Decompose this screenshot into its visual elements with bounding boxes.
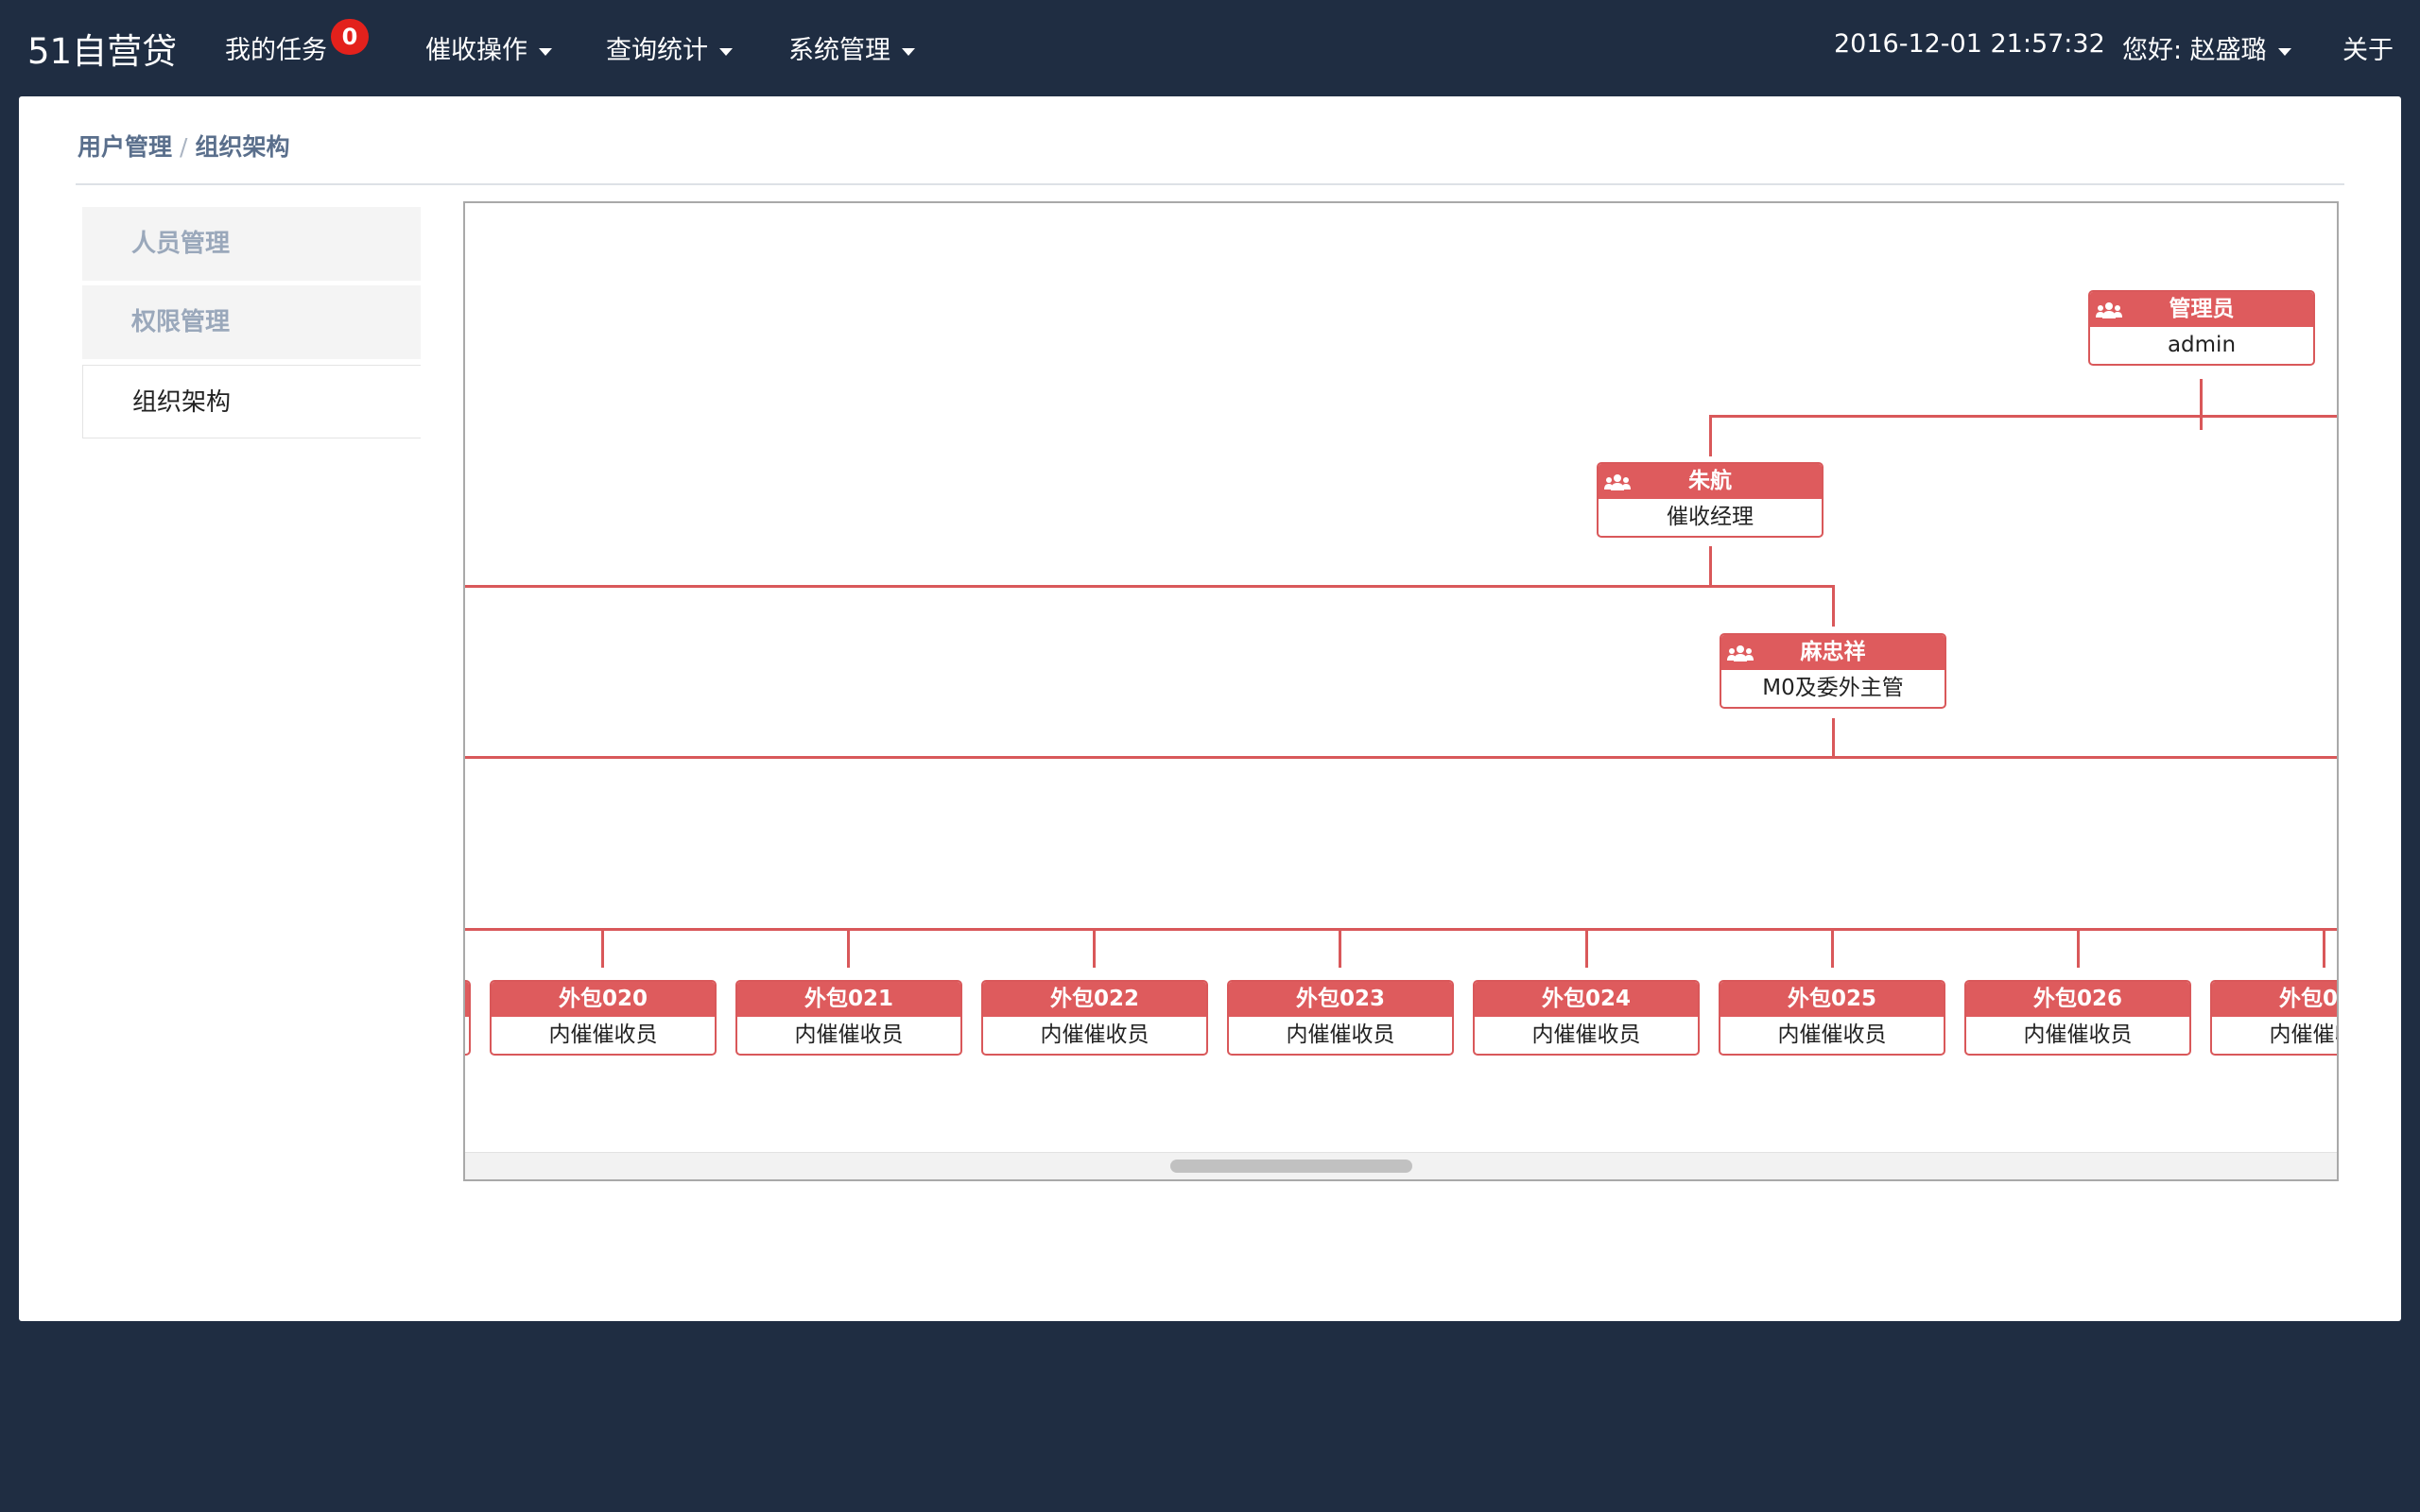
- connector-line: [601, 928, 604, 968]
- sidebar-item-permissions[interactable]: 权限管理: [82, 285, 421, 359]
- nav-system-mgmt[interactable]: 系统管理: [788, 29, 915, 66]
- scrollbar-thumb[interactable]: [1170, 1160, 1412, 1173]
- user-greeting: 您好: 赵盛璐: [2122, 36, 2267, 65]
- nav-my-tasks[interactable]: 我的任务: [225, 29, 327, 66]
- org-node-manager[interactable]: 朱航 催收经理: [1597, 462, 1824, 538]
- org-node-role: 内催催收员: [1286, 1022, 1395, 1047]
- group-icon: [2096, 302, 2122, 318]
- org-node-role: 内催催收员: [1777, 1022, 1887, 1047]
- connector-line: [465, 928, 2337, 931]
- org-node-member[interactable]: 外包023 内催催收员: [1227, 980, 1454, 1056]
- connector-line: [1832, 585, 1835, 627]
- group-icon: [1604, 474, 1631, 490]
- org-node-role: 内催催收员: [794, 1022, 904, 1047]
- org-chart-viewport[interactable]: 管理员 admin 朱航 催收经理 麻忠祥 M0及委外主管 外包020 内催催收…: [463, 201, 2339, 1181]
- nav-collection-ops[interactable]: 催收操作: [425, 29, 552, 66]
- breadcrumb-divider: [76, 183, 2344, 185]
- org-node-supervisor[interactable]: 麻忠祥 M0及委外主管: [1720, 633, 1946, 709]
- breadcrumb-current: 组织架构: [195, 133, 290, 161]
- about-link[interactable]: 关于: [2342, 29, 2394, 66]
- org-node-role: 内催催收员: [2023, 1022, 2133, 1047]
- org-node-member[interactable]: 外包020 内催催收员: [490, 980, 717, 1056]
- connector-line: [1339, 928, 1341, 968]
- org-node-role: M0及委外主管: [1762, 676, 1904, 700]
- connector-line: [1093, 928, 1096, 968]
- brand-logo[interactable]: 51自营贷: [27, 23, 177, 74]
- connector-line: [2077, 928, 2080, 968]
- org-node-member[interactable]: 外包025 内催催收员: [1719, 980, 1945, 1056]
- org-node-name: 管理员: [2169, 297, 2235, 321]
- connector-line: [1709, 415, 1712, 456]
- connector-line: [847, 928, 850, 968]
- org-node-name: 麻忠祥: [1800, 640, 1866, 664]
- org-node-member[interactable]: 外包026 内催催收员: [1964, 980, 2191, 1056]
- org-node-member[interactable]: 外包024 内催催收员: [1473, 980, 1700, 1056]
- org-node-name: 外包022: [983, 982, 1206, 1017]
- org-node-name: 外包024: [1475, 982, 1698, 1017]
- connector-line: [2200, 379, 2203, 430]
- sidebar-item-org-structure[interactable]: 组织架构: [82, 365, 421, 438]
- org-node-name: 朱航: [1688, 469, 1732, 493]
- group-icon: [1727, 645, 1754, 662]
- org-node-name: 外包021: [737, 982, 960, 1017]
- org-node-name: [465, 982, 469, 1017]
- org-node-role: [465, 1017, 469, 1054]
- breadcrumb-parent[interactable]: 用户管理: [78, 133, 172, 161]
- org-node-role: 内催催收员: [1531, 1022, 1641, 1047]
- sidebar-item-personnel[interactable]: 人员管理: [82, 207, 421, 281]
- org-node-partial[interactable]: [465, 980, 471, 1056]
- nav-query-stats-label: 查询统计: [606, 36, 708, 65]
- nav-query-stats[interactable]: 查询统计: [606, 29, 733, 66]
- breadcrumb: 用户管理 / 组织架构: [78, 129, 289, 163]
- connector-line: [1709, 415, 2337, 418]
- nav-system-mgmt-label: 系统管理: [788, 36, 890, 65]
- org-node-name: 外包027: [2212, 982, 2337, 1017]
- user-menu[interactable]: 您好: 赵盛璐: [2122, 29, 2291, 66]
- org-node-role: 内催催收员: [548, 1022, 658, 1047]
- connector-line: [465, 585, 1835, 588]
- org-node-name: 外包025: [1720, 982, 1944, 1017]
- tasks-count-badge: 0: [331, 19, 369, 55]
- org-node-role: 内催催收员: [2269, 1022, 2338, 1047]
- top-navbar: 51自营贷 我的任务 0 催收操作 查询统计 系统管理 2016-12-01 2…: [0, 0, 2420, 93]
- org-node-name: 外包026: [1966, 982, 2189, 1017]
- org-node-member[interactable]: 外包021 内催催收员: [735, 980, 962, 1056]
- org-node-root[interactable]: 管理员 admin: [2088, 290, 2315, 366]
- org-node-name: 外包020: [492, 982, 715, 1017]
- org-node-name: 外包023: [1229, 982, 1452, 1017]
- breadcrumb-separator: /: [180, 133, 188, 161]
- caret-down-icon: [719, 47, 733, 56]
- org-node-member[interactable]: 外包027 内催催收员: [2210, 980, 2338, 1056]
- connector-line: [1709, 546, 1712, 588]
- connector-line: [465, 756, 2337, 759]
- current-datetime: 2016-12-01 21:57:32: [1834, 29, 2105, 59]
- horizontal-scrollbar[interactable]: [465, 1152, 2337, 1179]
- org-node-role: 催收经理: [1667, 505, 1754, 529]
- nav-collection-ops-label: 催收操作: [425, 36, 527, 65]
- org-node-member[interactable]: 外包022 内催催收员: [981, 980, 1208, 1056]
- caret-down-icon: [539, 47, 552, 56]
- connector-line: [1585, 928, 1588, 968]
- org-node-role: admin: [2167, 333, 2237, 357]
- connector-line: [2323, 928, 2325, 968]
- caret-down-icon: [902, 47, 915, 56]
- connector-line: [1831, 928, 1834, 968]
- nav-my-tasks-label: 我的任务: [225, 36, 327, 65]
- caret-down-icon: [2277, 47, 2291, 56]
- org-node-role: 内催催收员: [1040, 1022, 1150, 1047]
- connector-line: [1832, 718, 1835, 758]
